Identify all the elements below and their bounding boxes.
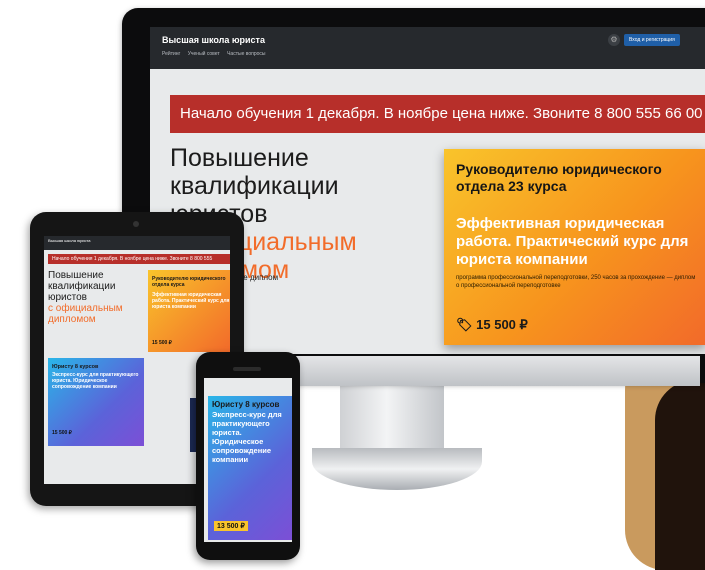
promo-banner: Начало обучения 1 декабря. В ноябре цена… xyxy=(170,95,705,133)
tablet-headline-accent: с официальным дипломом xyxy=(48,303,123,325)
tablet-card1-subtitle: Эффективная юридическая работа. Практиче… xyxy=(152,292,230,310)
monitor-stand-neck xyxy=(340,384,444,450)
login-button[interactable]: Вход и регистрация xyxy=(624,34,680,46)
phone-card-price: 13 500 ₽ xyxy=(214,521,248,531)
tablet-card2-subtitle: Экспресс-курс для практикующего юриста. … xyxy=(52,372,139,390)
tablet-headline: Повышение квалификации юристов с официал… xyxy=(48,270,143,325)
course-card[interactable]: Руководителю юридического отдела 23 курс… xyxy=(444,149,705,345)
phone-screen: Юристу 8 курсов Экспресс-курс для практи… xyxy=(204,378,292,542)
phone-card-subtitle: Экспресс-курс для практикующего юриста. … xyxy=(212,410,282,464)
course-price-value: 15 500 ₽ xyxy=(476,317,528,332)
nav-link-faq[interactable]: Частые вопросы xyxy=(227,51,265,57)
tablet-card2-title: Юристу 8 курсов xyxy=(52,364,99,370)
course-card-title: Руководителю юридического отдела 23 курс… xyxy=(456,161,662,194)
price-tag-icon: 🏷 xyxy=(456,317,473,332)
person-image xyxy=(655,380,705,570)
phone-course-card[interactable]: Юристу 8 курсов Экспресс-курс для практи… xyxy=(208,396,292,540)
nav-link-rating[interactable]: Рейтинг xyxy=(162,51,180,57)
tablet-headline-main: Повышение квалификации юристов xyxy=(48,270,116,303)
monitor-stand-base xyxy=(312,448,482,490)
desktop-navbar: Высшая школа юриста Рейтинг Ученый совет… xyxy=(150,27,705,69)
nav-link-council[interactable]: Ученый совет xyxy=(188,51,220,57)
nav-links: Рейтинг Ученый совет Частые вопросы xyxy=(162,51,272,57)
course-card-note: программа профессиональной переподготовк… xyxy=(456,275,696,289)
phone-device: Юристу 8 курсов Экспресс-курс для практи… xyxy=(196,352,300,560)
course-price: 🏷 15 500 ₽ xyxy=(456,317,528,333)
tablet-brand[interactable]: Высшая школа юриста xyxy=(48,238,91,243)
tablet-camera xyxy=(133,221,139,227)
course-card-subtitle: Эффективная юридическая работа. Практиче… xyxy=(456,215,689,268)
tablet-card1-title: Руководителю юридического отдела курса xyxy=(152,276,226,288)
tablet-course-card-blue[interactable]: Юристу 8 курсов Экспресс-курс для практи… xyxy=(48,358,144,446)
tablet-card2-price: 15 500 ₽ xyxy=(52,430,72,436)
site-brand[interactable]: Высшая школа юриста xyxy=(162,35,265,45)
tablet-navbar: Высшая школа юриста xyxy=(44,236,230,250)
settings-icon[interactable]: ⚙ xyxy=(608,34,620,46)
tablet-promo-banner: Начало обучения 1 декабря. В ноябре цена… xyxy=(48,254,230,264)
phone-card-title: Юристу 8 курсов xyxy=(212,400,280,409)
phone-speaker xyxy=(233,367,261,371)
tablet-course-card-orange[interactable]: Руководителю юридического отдела курса Э… xyxy=(148,270,230,352)
tablet-card1-price: 15 500 ₽ xyxy=(152,340,172,346)
